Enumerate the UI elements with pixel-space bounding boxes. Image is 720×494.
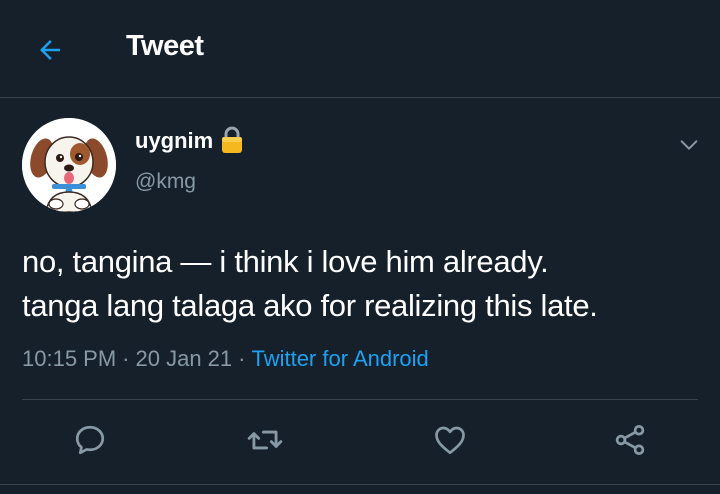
tweet-source-link[interactable]: Twitter for Android [251,346,428,371]
tweet-time: 10:15 PM [22,346,117,371]
tweet-text: no, tangina — i think i love him already… [22,240,702,328]
divider [0,484,720,485]
chevron-down-icon[interactable] [678,134,700,156]
tweet-text-line-2: tanga lang talaga ako for realizing this… [22,288,598,323]
lock-icon [222,126,242,153]
meta-separator: · [238,346,246,371]
tweet-date: 20 Jan 21 [135,346,233,371]
tweet-actions [0,400,720,480]
arrow-left-icon [40,40,60,60]
reply-icon [75,425,105,455]
meta-separator: · [122,346,130,371]
like-button[interactable] [430,420,470,460]
username[interactable]: @kmg [135,170,196,194]
top-bar: Tweet [0,0,720,98]
tweet-text-line-1: no, tangina — i think i love him already… [22,244,549,279]
page-title: Tweet [126,30,204,62]
display-name[interactable]: uygnim [135,128,213,154]
share-icon [615,425,645,455]
tweet-meta: 10:15 PM · 20 Jan 21 · Twitter for Android [22,346,429,372]
heart-icon [435,426,465,455]
retweet-button[interactable] [245,420,285,460]
back-button[interactable] [30,30,70,70]
share-button[interactable] [610,420,650,460]
dog-avatar-icon [22,118,116,212]
reply-button[interactable] [70,420,110,460]
avatar[interactable] [22,118,116,212]
retweet-icon [247,430,283,450]
